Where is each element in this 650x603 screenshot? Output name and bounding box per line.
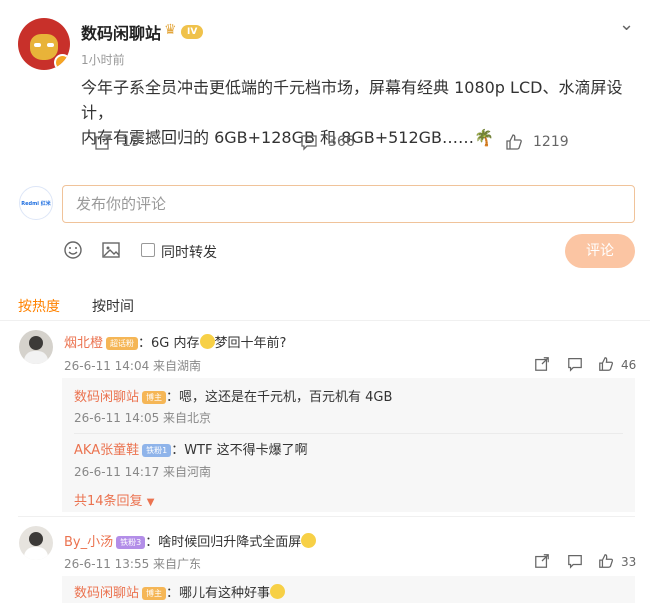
comment-content: 烟北橙 超话粉 ：6G 内存 梦回十年前? [64, 332, 286, 351]
commenter-name[interactable]: By_小汤 [64, 535, 113, 550]
avatar-eye-right [47, 43, 54, 47]
reply-meta: 26-6-11 14:05 来自北京 [74, 411, 212, 425]
leaf-emoji-icon: 🌴 [474, 128, 494, 147]
commenter-name[interactable]: 烟北橙 [64, 336, 103, 351]
comment-icon[interactable] [567, 356, 583, 372]
comment-content: By_小汤 铁粉3 ：啥时候回归升降式全面屏 [64, 531, 317, 550]
post-text-line2: 内存有震撼回归的 6GB+128GB 和 8GB+512GB…… [81, 128, 475, 147]
repost-button[interactable]: 19 [94, 133, 140, 151]
chevron-down-icon[interactable]: ⌄ [619, 14, 634, 35]
laugh-cry-emoji-icon [199, 334, 215, 349]
avatar-body [24, 351, 48, 364]
author-avatar[interactable] [18, 18, 70, 70]
tab-sort-hot[interactable]: 按热度 [18, 296, 60, 316]
commenter-avatar[interactable] [19, 526, 53, 560]
post-text-line1: 今年子系全员冲击更低端的千元档市场，屏幕有经典 1080p LCD、水滴屏设计， [81, 78, 623, 122]
reply-meta: 26-6-11 14:17 来自河南 [74, 465, 212, 479]
author-badge: 博主 [142, 587, 167, 600]
comment-text: ：啥时候回归升降式全面屏 [145, 535, 302, 550]
reply-text: ：WTF 这不得卡爆了啊 [171, 443, 308, 458]
divider [0, 320, 650, 321]
reply-content: AKA张童鞋 铁粉1 ：WTF 这不得卡爆了啊 [74, 439, 308, 458]
ironman-face [30, 34, 58, 60]
my-avatar[interactable]: Redmi 红米 [19, 186, 53, 220]
tab-sort-time[interactable]: 按时间 [92, 296, 134, 316]
caret-down-icon: ▼ [146, 497, 155, 508]
share-icon[interactable] [534, 356, 550, 372]
reply-content: 数码闲聊站 博主 ：哪儿有这种好事 [74, 582, 286, 601]
my-avatar-logo: Redmi 红米 [21, 200, 51, 207]
avatar-head [29, 532, 43, 546]
more-replies-link[interactable]: 共14条回复 ▼ [74, 490, 154, 509]
crown-icon: ♛ [164, 22, 177, 38]
thumbs-up-icon [506, 134, 522, 150]
sweat-emoji-icon [301, 533, 317, 548]
reply-author-name[interactable]: 数码闲聊站 [74, 586, 139, 601]
reply-author-name[interactable]: 数码闲聊站 [74, 390, 139, 405]
avatar-eye-left [34, 43, 41, 47]
fan-badge: 超话粉 [106, 337, 139, 350]
comment-like-count: 33 [621, 555, 637, 569]
share-icon[interactable] [534, 553, 550, 569]
reply-divider [74, 433, 623, 434]
comment-icon[interactable] [567, 553, 583, 569]
comment-meta: 26-6-11 14:04 来自湖南 [64, 359, 202, 373]
smirk-emoji-icon [270, 584, 286, 599]
comment-divider [18, 516, 635, 517]
author-name[interactable]: 数码闲聊站 [81, 20, 161, 44]
like-button[interactable]: 1219 [505, 133, 569, 151]
emoji-icon[interactable] [63, 240, 83, 260]
repost-label[interactable]: 同时转发 [161, 242, 217, 262]
comment-icon [301, 135, 317, 151]
avatar-head [29, 336, 43, 350]
comment-like-count: 46 [621, 358, 637, 372]
level-badge: IV [181, 25, 204, 39]
comment-button[interactable]: 366 [300, 133, 355, 151]
repost-checkbox[interactable] [141, 243, 155, 257]
image-icon[interactable] [101, 240, 121, 260]
comment-meta: 26-6-11 13:55 来自广东 [64, 557, 202, 571]
more-replies-label: 共14条回复 [74, 494, 143, 509]
commenter-avatar[interactable] [19, 330, 53, 364]
comment-count: 366 [328, 134, 355, 150]
comment-input[interactable]: 发布你的评论 [62, 185, 635, 223]
share-icon [95, 134, 111, 150]
author-badge: 博主 [142, 391, 167, 404]
reply-content: 数码闲聊站 博主 ：嗯，这还是在千元机，百元机有 4GB [74, 386, 392, 405]
fan-badge: 铁粉1 [142, 444, 172, 457]
reply-text: ：哪儿有这种好事 [166, 586, 271, 601]
post-time[interactable]: 1小时前 [81, 51, 125, 68]
vip-badge-icon [54, 54, 70, 70]
reply-text: ：嗯，这还是在千元机，百元机有 4GB [166, 390, 393, 405]
like-count: 1219 [533, 134, 569, 150]
submit-comment-button[interactable]: 评论 [565, 234, 635, 268]
comment-text-part1: ：6G 内存 [138, 336, 200, 351]
thumbs-up-icon[interactable] [598, 356, 614, 372]
repost-count: 19 [122, 134, 140, 150]
avatar-body [24, 547, 48, 560]
comment-text-part2: 梦回十年前? [214, 336, 287, 351]
thumbs-up-icon[interactable] [598, 553, 614, 569]
reply-list: 数码闲聊站 博主 ：哪儿有这种好事 [62, 576, 635, 603]
reply-author-name[interactable]: AKA张童鞋 [74, 443, 139, 458]
fan-badge: 铁粉3 [116, 536, 146, 549]
